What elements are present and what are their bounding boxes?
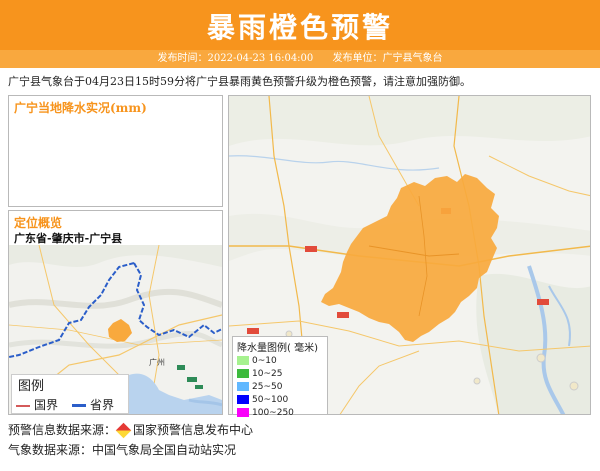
boundary-legend-title: 图例 [18, 379, 45, 394]
rainfall-legend-title: 降水量图例( 毫米) [237, 343, 318, 354]
warning-notice: 广宁县气象台于04月23日15时59分将广宁县暴雨黄色预警升级为橙色预警，请注意… [8, 75, 471, 88]
swatch [237, 408, 249, 417]
rainfall-panel-title: 广宁当地降水实况(mm) [14, 101, 147, 115]
publish-time: 发布时间：2022-04-23 16:04:00 [157, 53, 314, 64]
meta-bar: 发布时间：2022-04-23 16:04:00 发布单位：广宁县气象台 [0, 50, 600, 68]
map-city-label: 广州 [149, 357, 165, 367]
warning-source-name[interactable]: 国家预警信息发布中心 [133, 423, 253, 437]
national-border-swatch [16, 404, 30, 407]
rainfall-legend-item: 0~10 [237, 355, 323, 368]
warning-source-label: 预警信息数据来源： [8, 423, 117, 437]
swatch [237, 382, 249, 391]
header-bar: 暴雨橙色预警 发布时间：2022-04-23 16:04:00 发布单位：广宁县… [0, 0, 600, 68]
publisher: 发布单位：广宁县气象台 [332, 53, 443, 64]
warning-center-logo-icon [115, 422, 132, 439]
swatch [237, 369, 249, 378]
province-border-swatch [72, 404, 86, 407]
swatch [237, 395, 249, 404]
swatch [237, 356, 249, 365]
rainfall-legend-item: 25~50 [237, 381, 323, 394]
rainfall-panel: 广宁当地降水实况(mm) [8, 95, 223, 207]
legend-province-border: 省界 [72, 396, 114, 413]
rainfall-legend-item: 50~100 [237, 394, 323, 407]
location-path: 广东省-肇庆市-广宁县 [14, 232, 123, 245]
page-title: 暴雨橙色预警 [206, 11, 393, 44]
boundary-legend: 图例 国界 省界 [11, 374, 129, 414]
rainfall-legend-item: 100~250 [237, 407, 323, 420]
weather-source-line: 气象数据来源：中国气象局全国自动站实况 [8, 443, 237, 457]
location-panel-title: 定位概览 [14, 216, 63, 230]
rainfall-legend-item: 10~25 [237, 368, 323, 381]
legend-national-border: 国界 [16, 396, 58, 413]
rainfall-legend: 降水量图例( 毫米) 0~10 10~25 25~50 50~100 100~2… [232, 336, 328, 418]
location-panel: 定位概览 广东省-肇庆市-广宁县 广州 图例 国界 省界 [8, 210, 223, 415]
warning-source-line: 预警信息数据来源： 国家预警信息发布中心 [8, 421, 253, 439]
